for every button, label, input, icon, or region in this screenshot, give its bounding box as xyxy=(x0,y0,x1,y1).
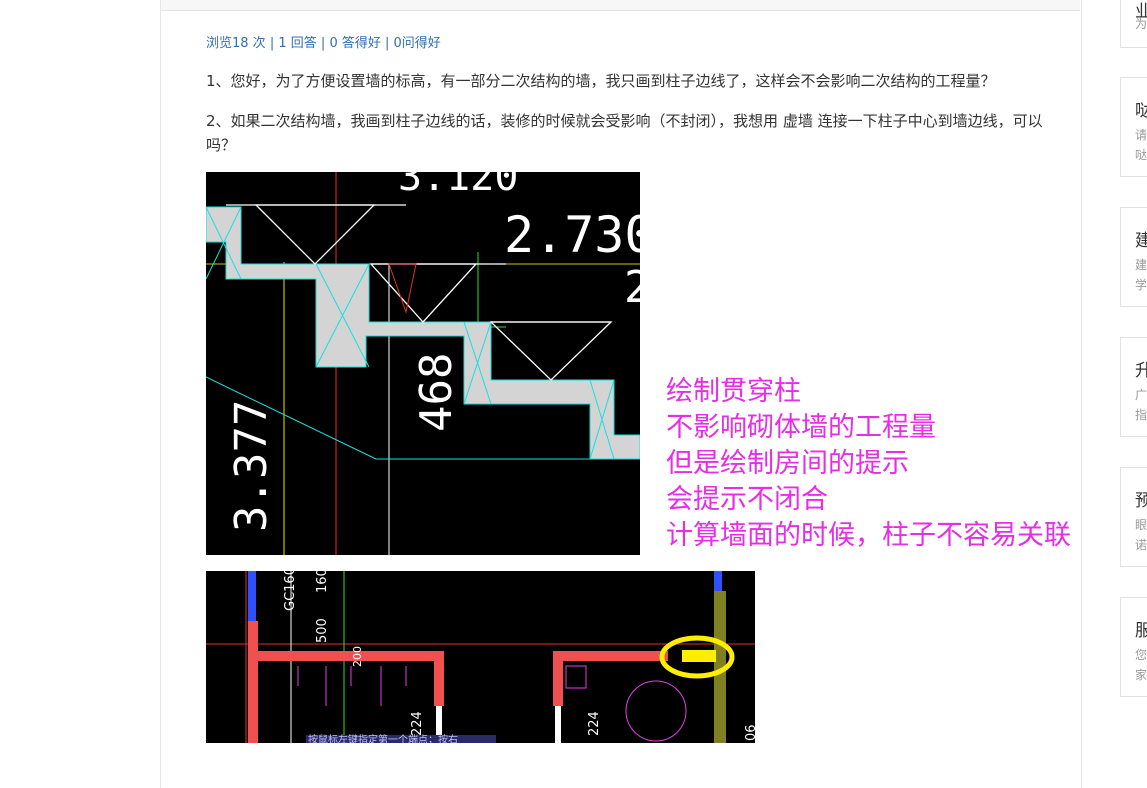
sidebar-card-title: 建 xyxy=(1135,226,1147,251)
sidebar-card-5[interactable]: 预 眼 诺 xyxy=(1120,467,1147,567)
sidebar-card-title: 服 xyxy=(1135,616,1147,641)
annotation-line-1: 绘制贯穿柱 xyxy=(666,376,801,407)
sidebar-card-4[interactable]: 升 广 指 xyxy=(1120,337,1147,437)
sidebar-card-3[interactable]: 建 建 学 xyxy=(1120,207,1147,307)
annotation-line-5: 计算墙面的时候，柱子不容易关联 xyxy=(666,520,1071,551)
views-count[interactable]: 浏览18 次 xyxy=(206,36,266,51)
sidebar-card-6[interactable]: 服 您 家 xyxy=(1120,597,1147,697)
cad-screenshot-wall-detail: 3.120 2.730 2 468 3.377 xyxy=(206,172,640,555)
door-frame xyxy=(555,706,561,743)
command-tooltip-text: 按鼠标左键指定第一个端点；按右 xyxy=(308,733,458,743)
sidebar-card-title: 升 xyxy=(1135,356,1147,381)
cad-screenshot-floor-plan: GC160 160 500 200 224 224 06 按鼠标左键指定第一个端… xyxy=(206,571,755,743)
sidebar-card-desc: 建 xyxy=(1135,258,1147,272)
stats-separator: | xyxy=(320,36,326,51)
sidebar-card-desc: 学 xyxy=(1135,278,1147,292)
card-top-strip xyxy=(161,0,1080,11)
sidebar-card-desc: 为 xyxy=(1135,17,1147,31)
question-stats: 浏览18 次 | 1 回答 | 0 答得好 | 0问得好 xyxy=(206,32,441,51)
cad-drawing-2: GC160 160 500 200 224 224 06 按鼠标左键指定第一个端… xyxy=(206,571,755,743)
sidebar-card-desc: 指 xyxy=(1135,408,1147,422)
sidebar-card-desc: 家 xyxy=(1135,668,1147,682)
window-wall xyxy=(248,571,256,621)
label-160: 160 xyxy=(315,571,330,593)
annotation-line-4: 会提示不闭合 xyxy=(666,484,828,515)
stats-separator: | xyxy=(384,36,390,51)
sidebar-card-desc: 广 xyxy=(1135,388,1147,402)
sidebar-card-1[interactable]: 业 为 xyxy=(1120,0,1147,48)
answers-count[interactable]: 1 回答 xyxy=(278,36,316,51)
sidebar-card-desc: 您 xyxy=(1135,648,1147,662)
label-200: 200 xyxy=(351,646,364,667)
sidebar-card-desc: 请 xyxy=(1135,128,1147,142)
sidebar-card-desc: 诺 xyxy=(1135,538,1147,552)
sidebar-card-desc: 哒 xyxy=(1135,148,1147,162)
sidebar-card-title: 哒 xyxy=(1135,96,1147,121)
label-gc160: GC160 xyxy=(283,571,298,611)
dimension-label-468: 468 xyxy=(411,353,462,432)
stats-separator: | xyxy=(269,36,275,51)
label-224: 224 xyxy=(587,711,602,736)
elevation-label-partial: 2 xyxy=(624,262,640,313)
good-answers-count[interactable]: 0 答得好 xyxy=(329,36,380,51)
good-questions-count[interactable]: 0问得好 xyxy=(394,36,441,51)
elevation-label-2730: 2.730 xyxy=(504,206,640,264)
magenta-annotation: 绘制贯穿柱 不影响砌体墙的工程量 但是绘制房间的提示 会提示不闭合 计算墙面的时… xyxy=(666,374,1071,554)
sidebar-card-desc: 眼 xyxy=(1135,518,1147,532)
sidebar-card-2[interactable]: 哒 请 哒 xyxy=(1120,77,1147,177)
question-paragraph-2: 2、如果二次结构墙，我画到柱子边线的话，装修的时候就会受影响（不封闭），我想用 … xyxy=(206,112,1043,154)
annotation-line-3: 但是绘制房间的提示 xyxy=(666,448,909,479)
label-06: 06 xyxy=(744,724,755,741)
cad-drawing-1: 3.120 2.730 2 468 3.377 xyxy=(206,172,640,555)
label-224: 224 xyxy=(410,711,425,736)
annotation-line-2: 不影响砌体墙的工程量 xyxy=(666,412,936,443)
label-500: 500 xyxy=(315,618,330,643)
highlight-column xyxy=(682,650,716,662)
question-paragraph-1: 1、您好，为了方便设置墙的标高，有一部分二次结构的墙，我只画到柱子边线了，这样会… xyxy=(206,72,996,90)
elevation-label-top: 3.120 xyxy=(398,172,518,200)
sidebar-card-title: 预 xyxy=(1135,486,1147,511)
elevation-label-left: 3.377 xyxy=(226,400,277,532)
